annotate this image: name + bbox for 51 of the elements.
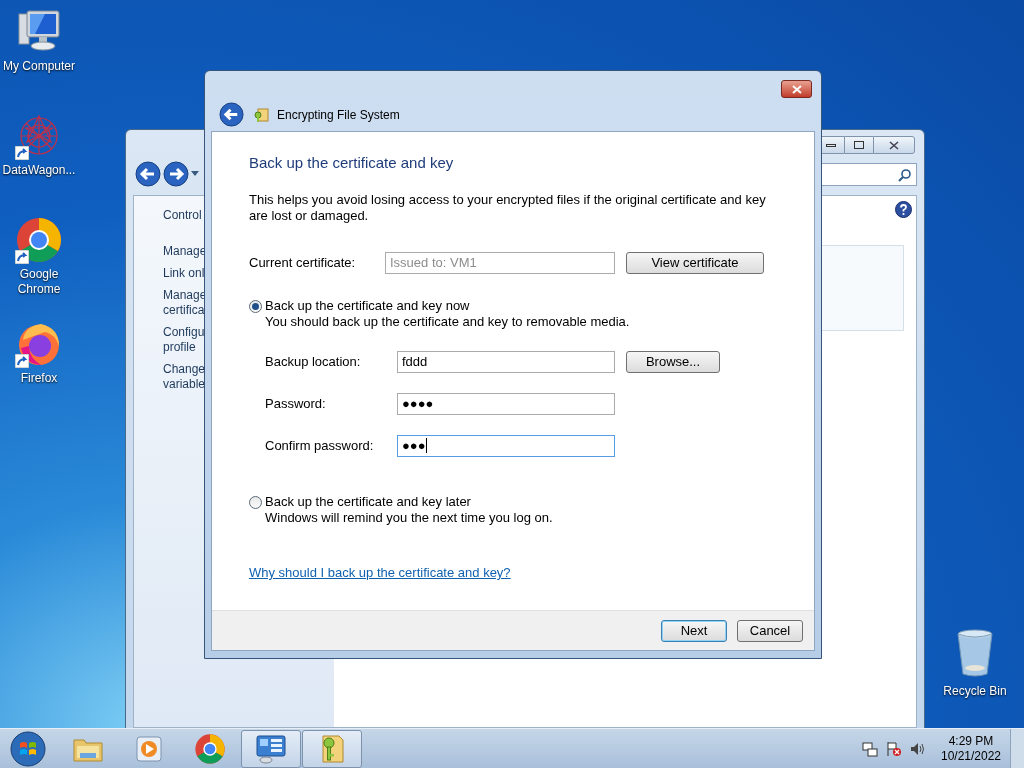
- dropdown-arrow-icon[interactable]: [191, 171, 199, 177]
- radio-button[interactable]: [249, 495, 262, 509]
- field-label: Current certificate:: [249, 253, 357, 272]
- radio-button[interactable]: [249, 299, 262, 313]
- help-icon[interactable]: [895, 201, 912, 218]
- key-folder-icon: [253, 106, 269, 123]
- maximize-button[interactable]: [845, 136, 873, 154]
- shortcut-arrow-icon: [15, 354, 29, 368]
- text-cursor: [425, 438, 427, 453]
- close-button[interactable]: [781, 80, 812, 98]
- shortcut-arrow-icon: [15, 146, 29, 160]
- start-button[interactable]: [8, 729, 48, 768]
- browse-button[interactable]: Browse...: [626, 350, 720, 373]
- dialog-heading: Back up the certificate and key: [249, 153, 455, 173]
- next-button[interactable]: Next: [661, 619, 727, 642]
- media-player-icon: [134, 733, 164, 764]
- taskbar-button[interactable]: [302, 729, 362, 768]
- chrome-icon: [15, 216, 63, 264]
- close-icon: [791, 84, 802, 94]
- certificate-field: Issued to: VM1: [385, 251, 615, 274]
- option-description: Windows will remind you the next time you log on.: [265, 510, 554, 526]
- control-panel-icon: [254, 732, 288, 765]
- recycle-bin-icon: [955, 628, 995, 678]
- radio-label[interactable]: Back up the certificate and key now: [265, 298, 470, 314]
- desktop-shortcut-icon[interactable]: [15, 216, 63, 264]
- option-description: You should back up the certificate and key to removable media.: [265, 314, 631, 330]
- desktop-icon-label[interactable]: Firefox: [0, 371, 78, 386]
- password-field[interactable]: ●●●●: [397, 392, 615, 415]
- cancel-button[interactable]: Cancel: [737, 619, 803, 642]
- close-icon: [889, 140, 899, 150]
- help-link[interactable]: Why should I back up the certificate and key?: [249, 565, 511, 580]
- flag-icon[interactable]: [886, 740, 902, 757]
- password-field[interactable]: ●●●: [397, 434, 615, 457]
- radio-label[interactable]: Back up the certificate and key later: [265, 494, 471, 510]
- desktop-icon-label[interactable]: Google Chrome: [0, 267, 78, 297]
- search-icon: [898, 167, 912, 182]
- desktop-icon-label[interactable]: DataWagon...: [0, 163, 78, 178]
- clock[interactable]: 4:29 PM 10/21/2022: [940, 733, 1002, 764]
- shortcut-arrow-icon: [15, 250, 29, 264]
- desktop-icon-label[interactable]: Recycle Bin: [943, 682, 1007, 700]
- network-icon[interactable]: [862, 740, 878, 757]
- field-label: Confirm password:: [265, 436, 375, 455]
- field-label: Backup location:: [265, 352, 362, 371]
- chrome-icon: [194, 732, 226, 765]
- desktop-icon-label[interactable]: My Computer: [0, 59, 78, 74]
- location-field[interactable]: fddd: [397, 350, 615, 373]
- description-text: This helps you avoid losing access to your encrypted files if the original certificate and key are lost or damaged.: [249, 192, 767, 224]
- field-label: Password:: [265, 394, 327, 413]
- close-button[interactable]: [873, 136, 915, 154]
- window-title: Encrypting File System: [277, 106, 400, 124]
- taskbar-button[interactable]: [241, 729, 301, 768]
